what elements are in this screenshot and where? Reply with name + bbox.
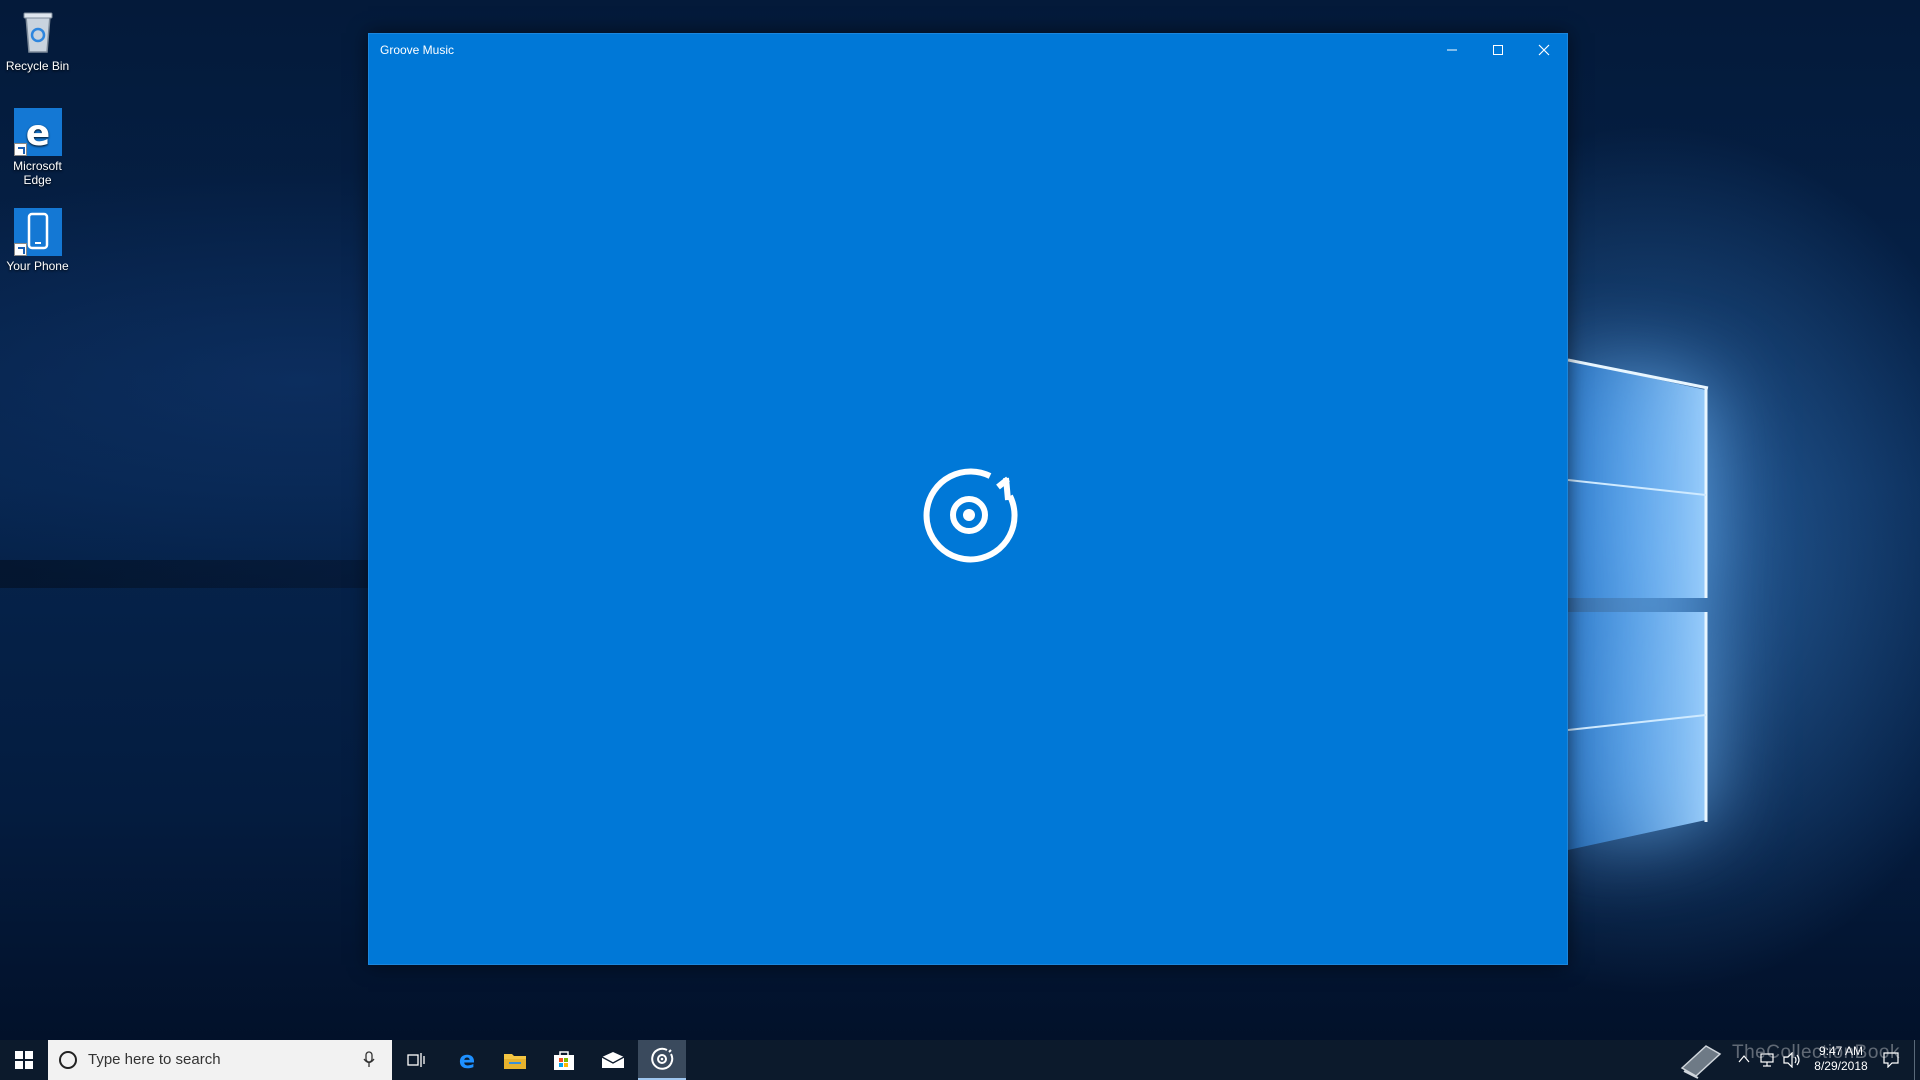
close-icon (1538, 44, 1550, 56)
cortana-icon (59, 1051, 77, 1069)
shortcut-arrow-icon (13, 143, 27, 156)
edge-icon: e (13, 108, 62, 156)
recycle-bin-icon (14, 8, 62, 56)
svg-text:e: e (25, 113, 49, 154)
phone-icon (13, 208, 62, 256)
show-desktop-button[interactable] (1914, 1040, 1920, 1080)
minimize-icon (1447, 49, 1457, 51)
shortcut-arrow-icon (13, 243, 27, 256)
desktop-icon-label: Your Phone (6, 259, 69, 273)
taskbar-edge-button[interactable]: e (443, 1040, 491, 1080)
maximize-button[interactable] (1475, 34, 1521, 66)
task-view-button[interactable] (392, 1040, 440, 1080)
start-icon (15, 1051, 33, 1069)
search-placeholder: Type here to search (88, 1051, 221, 1068)
desktop-icon-label: Microsoft Edge (13, 159, 62, 187)
taskbar-store-button[interactable] (540, 1040, 588, 1080)
svg-text:e: e (459, 1048, 475, 1072)
groove-music-window[interactable]: Groove Music (368, 33, 1568, 965)
desktop: Recycle Bin e Microsoft Edge Your Phone … (0, 0, 1920, 1080)
edge-icon: e (459, 1048, 475, 1072)
book-icon (1680, 1045, 1722, 1079)
desktop-icon-label: Recycle Bin (5, 59, 70, 73)
microphone-icon[interactable] (362, 1051, 376, 1069)
desktop-icon-your-phone[interactable]: Your Phone (0, 208, 75, 273)
task-view-icon (407, 1053, 425, 1067)
taskbar: Type here to search e 9:47 AM 8/29/2018 (0, 1040, 1920, 1080)
maximize-icon (1493, 45, 1503, 55)
window-title: Groove Music (380, 43, 455, 57)
title-bar[interactable]: Groove Music (369, 34, 1567, 66)
desktop-icon-microsoft-edge[interactable]: e Microsoft Edge (0, 108, 75, 187)
taskbar-groove-music-button[interactable] (638, 1040, 686, 1080)
background-beam (0, 560, 368, 588)
desktop-icon-recycle-bin[interactable]: Recycle Bin (0, 8, 75, 73)
store-icon (554, 1051, 574, 1070)
file-explorer-icon (504, 1054, 526, 1069)
windows-logo-light (1568, 358, 1709, 850)
tray-book-icon-area[interactable] (1676, 1040, 1724, 1080)
groove-music-logo-icon (923, 468, 1018, 563)
mail-icon (601, 1052, 625, 1068)
start-button[interactable] (0, 1040, 48, 1080)
groove-music-icon (651, 1047, 674, 1070)
taskbar-file-explorer-button[interactable] (491, 1040, 539, 1080)
minimize-button[interactable] (1429, 34, 1475, 66)
search-box[interactable]: Type here to search (48, 1040, 392, 1080)
taskbar-mail-button[interactable] (589, 1040, 637, 1080)
close-button[interactable] (1521, 34, 1567, 66)
watermark: TheCollectionBook (1732, 1042, 1900, 1063)
